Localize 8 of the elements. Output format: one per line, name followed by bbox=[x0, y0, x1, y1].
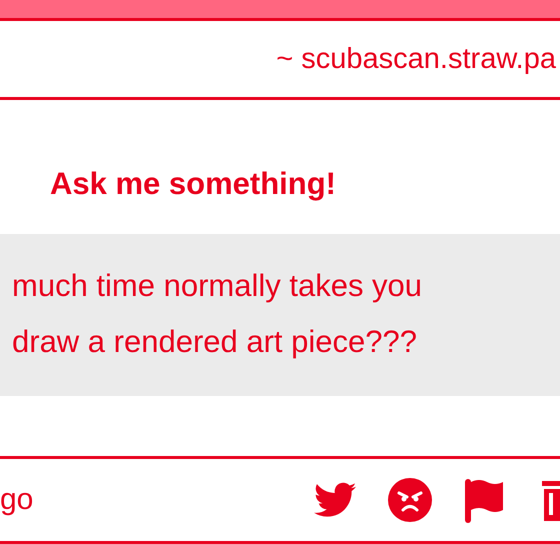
question-text: much time normally takes you bbox=[12, 267, 424, 305]
bird-icon[interactable] bbox=[314, 482, 356, 518]
card-title: Ask me something! bbox=[50, 165, 337, 203]
trash-icon[interactable] bbox=[542, 479, 560, 521]
question-text: draw a rendered art piece??? bbox=[12, 323, 418, 361]
timestamp-text: go bbox=[0, 483, 34, 517]
angry-face-icon[interactable] bbox=[388, 478, 432, 522]
site-url: ~ scubascan.straw.pa bbox=[276, 42, 556, 76]
